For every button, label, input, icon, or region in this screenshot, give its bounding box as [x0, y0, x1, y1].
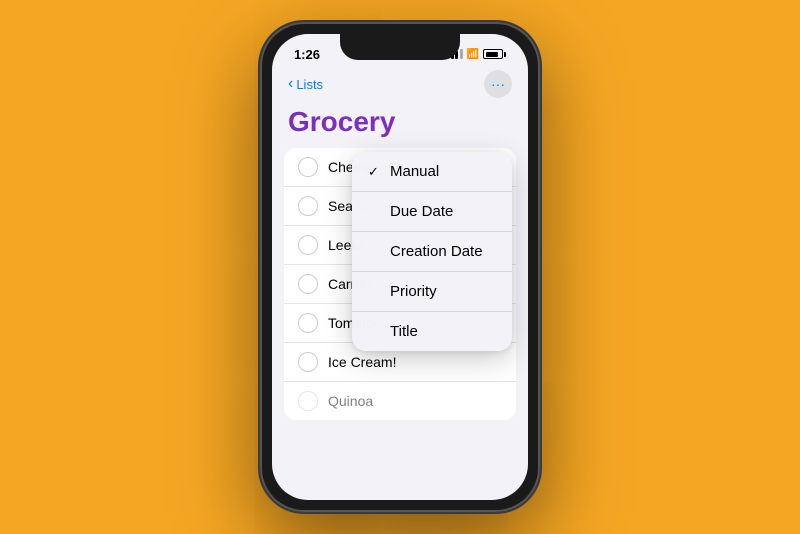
battery-icon: [483, 49, 506, 59]
nav-back-label: Lists: [296, 77, 323, 92]
sort-option-label: Manual: [390, 163, 439, 180]
sort-option-priority[interactable]: Priority: [352, 272, 512, 312]
list-item[interactable]: Quinoa: [284, 382, 516, 420]
status-time: 1:26: [294, 47, 320, 62]
phone-frame: 1:26 📶 ‹: [260, 22, 540, 512]
checkbox-ice-cream[interactable]: [298, 352, 318, 372]
sort-option-label: Due Date: [390, 203, 453, 220]
nav-action-button[interactable]: ···: [484, 70, 512, 98]
nav-back-button[interactable]: ‹ Lists: [288, 76, 323, 92]
item-label: Ice Cream!: [328, 354, 396, 370]
sort-option-manual[interactable]: ✓ Manual: [352, 152, 512, 192]
sort-option-creation-date[interactable]: Creation Date: [352, 232, 512, 272]
sort-dropdown-menu: ✓ Manual Due Date Creation Date Priority: [352, 152, 512, 351]
wifi-icon: 📶: [467, 49, 479, 60]
sort-option-label: Priority: [390, 283, 437, 300]
notch: [340, 34, 460, 60]
checkbox-carrots[interactable]: [298, 274, 318, 294]
nav-bar: ‹ Lists ···: [272, 68, 528, 104]
sort-option-due-date[interactable]: Due Date: [352, 192, 512, 232]
checkbox-tomatoes[interactable]: [298, 313, 318, 333]
phone-screen: 1:26 📶 ‹: [272, 34, 528, 500]
item-label: Quinoa: [328, 393, 373, 409]
checkbox-leeks[interactable]: [298, 235, 318, 255]
checkbox-quinoa[interactable]: [298, 391, 318, 411]
sort-option-title[interactable]: Title: [352, 312, 512, 351]
checkbox-cheese[interactable]: [298, 157, 318, 177]
check-icon: ✓: [368, 164, 382, 180]
checkbox-sea-salt[interactable]: [298, 196, 318, 216]
sort-option-label: Creation Date: [390, 243, 483, 260]
sort-option-label: Title: [390, 323, 418, 340]
ellipsis-icon: ···: [491, 76, 505, 92]
page-title: Grocery: [272, 104, 528, 148]
chevron-left-icon: ‹: [288, 76, 293, 92]
phone-wrapper: 1:26 📶 ‹: [260, 22, 540, 512]
